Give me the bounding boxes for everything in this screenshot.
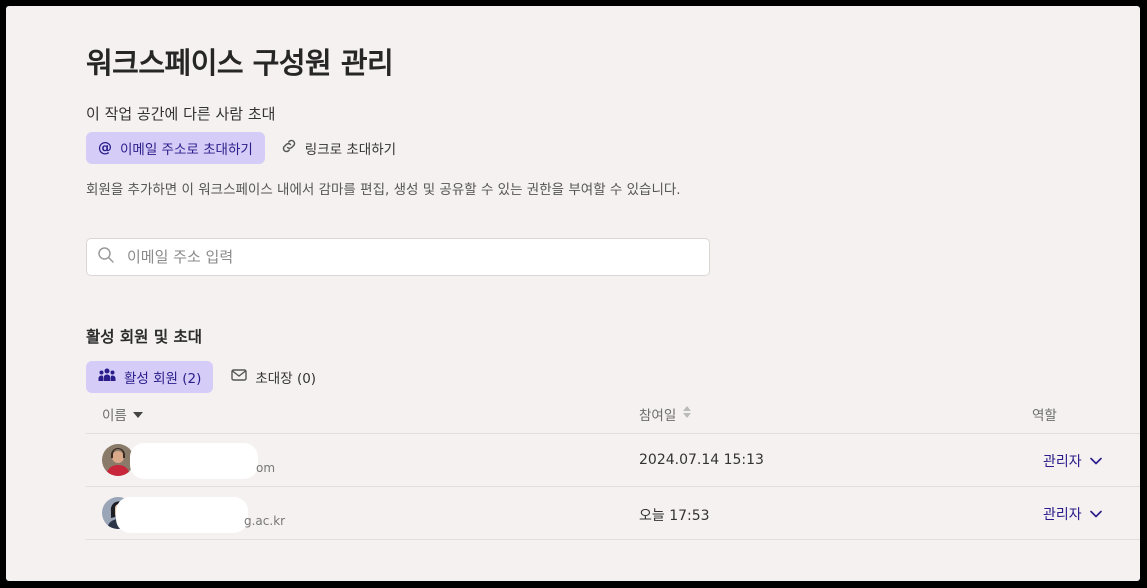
sort-icon [682,405,692,422]
tab-active-members[interactable]: 활성 회원 (2) [86,361,214,393]
column-header-role: 역할 [1032,404,1057,424]
link-icon [281,138,297,158]
role-dropdown[interactable]: 관리자 [1043,451,1102,471]
member-tabs: 활성 회원 (2) 초대장 (0) [86,361,328,393]
tab-invite-by-email[interactable]: @ 이메일 주소로 초대하기 [86,132,265,164]
at-icon: @ [98,140,112,156]
chevron-down-icon [1089,506,1102,522]
member-email: om [256,461,276,475]
chevron-down-icon [1089,453,1102,469]
members-table: 이름 참여일 역할 om 2024.07.14 15:13 관리자 g.ac.k… [86,394,1140,540]
member-joined-date: 2024.07.14 15:13 [639,452,764,468]
role-dropdown[interactable]: 관리자 [1043,504,1102,524]
table-row: om 2024.07.14 15:13 관리자 [86,434,1140,487]
tab-label: 초대장 (0) [255,371,317,387]
email-search-field[interactable] [86,238,710,276]
tab-invite-by-link[interactable]: 링크로 초대하기 [269,132,408,164]
column-label: 참여일 [639,407,677,424]
redaction [130,443,258,479]
people-icon [98,368,116,386]
member-management-dialog: 워크스페이스 구성원 관리 이 작업 공간에 다른 사람 초대 @ 이메일 주소… [6,6,1140,581]
member-email: g.ac.kr [244,514,286,528]
tab-label: 활성 회원 (2) [124,371,202,387]
table-row: g.ac.kr 오늘 17:53 관리자 [86,487,1140,540]
column-label: 이름 [102,407,127,424]
member-joined-date: 오늘 17:53 [639,508,710,524]
tab-invitations[interactable]: 초대장 (0) [219,361,328,393]
column-label: 역할 [1032,407,1057,424]
tab-label: 이메일 주소로 초대하기 [120,142,253,158]
invite-help-text: 회원을 추가하면 이 워크스페이스 내에서 감마를 편집, 생성 및 공유할 수… [86,182,681,198]
members-section-title: 활성 회원 및 초대 [86,328,203,346]
role-label: 관리자 [1043,454,1082,470]
invite-method-tabs: @ 이메일 주소로 초대하기 링크로 초대하기 [86,132,408,164]
invite-label: 이 작업 공간에 다른 사람 초대 [86,105,276,123]
search-icon [97,246,115,268]
table-header: 이름 참여일 역할 [86,394,1140,434]
sort-desc-icon [132,406,143,422]
envelope-icon [231,368,248,386]
redaction [116,497,248,533]
role-label: 관리자 [1043,507,1082,523]
page-title: 워크스페이스 구성원 관리 [86,46,394,80]
tab-label: 링크로 초대하기 [304,142,397,158]
column-header-joined[interactable]: 참여일 [639,404,692,424]
email-input[interactable] [127,248,687,266]
column-header-name[interactable]: 이름 [102,404,143,424]
